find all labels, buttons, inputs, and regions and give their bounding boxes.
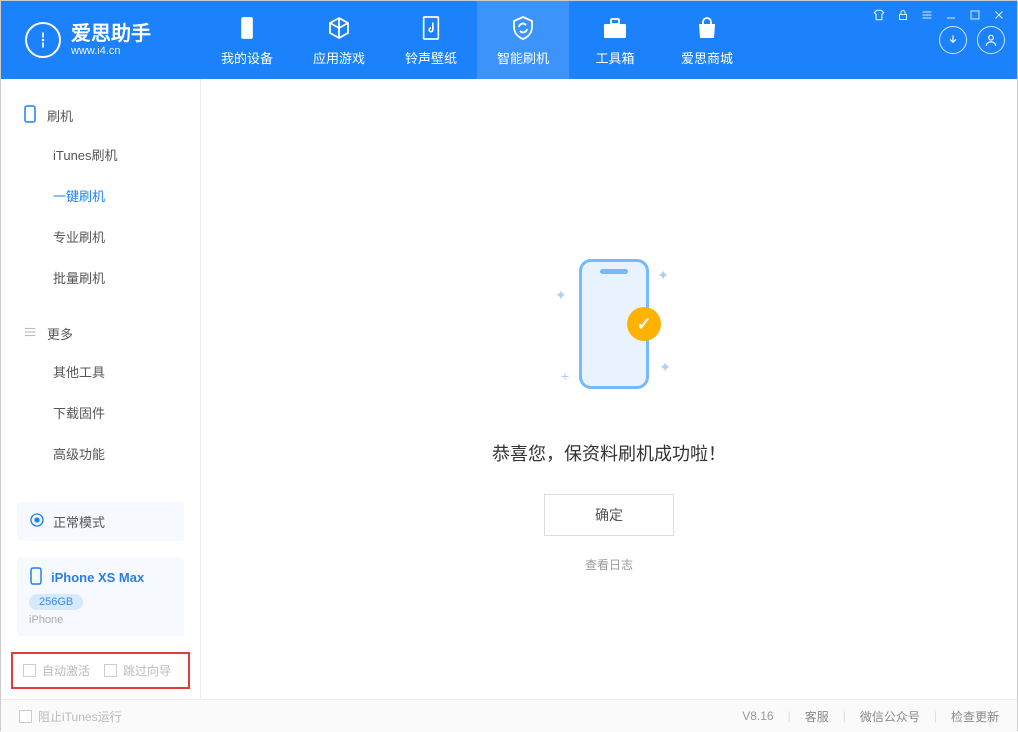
checkmark-badge-icon: ✓: [627, 307, 661, 341]
section-label: 更多: [47, 324, 73, 343]
sidebar-item-batch-flash[interactable]: 批量刷机: [1, 257, 200, 298]
tab-label: 我的设备: [221, 48, 273, 67]
sidebar: 刷机 iTunes刷机 一键刷机 专业刷机 批量刷机 更多 其他工具 下载固件 …: [1, 79, 201, 699]
tab-label: 爱思商城: [681, 48, 733, 67]
view-log-link[interactable]: 查看日志: [585, 556, 633, 573]
app-logo-icon: [25, 22, 61, 58]
window-controls: [871, 7, 1007, 23]
tab-label: 铃声壁纸: [405, 48, 457, 67]
app-name: 爱思助手: [71, 23, 151, 45]
sidebar-section-flash: 刷机: [1, 97, 200, 134]
lock-icon[interactable]: [895, 7, 911, 23]
tab-label: 应用游戏: [313, 48, 365, 67]
cube-icon: [325, 14, 353, 42]
success-message: 恭喜您，保资料刷机成功啦！: [492, 440, 726, 466]
sidebar-item-advanced[interactable]: 高级功能: [1, 433, 200, 474]
menu-icon[interactable]: [919, 7, 935, 23]
sidebar-item-oneclick-flash[interactable]: 一键刷机: [1, 175, 200, 216]
tab-smart-flash[interactable]: 智能刷机: [477, 1, 569, 79]
tab-apps-games[interactable]: 应用游戏: [293, 1, 385, 79]
sidebar-item-download-firmware[interactable]: 下载固件: [1, 392, 200, 433]
storage-badge: 256GB: [29, 594, 83, 610]
header-right: [939, 26, 1005, 54]
highlighted-options: 自动激活 跳过向导: [11, 652, 190, 689]
header: 爱思助手 www.i4.cn 我的设备 应用游戏 铃声壁纸 智能刷机 工具箱 爱…: [1, 1, 1017, 79]
skip-guide-checkbox[interactable]: 跳过向导: [104, 662, 171, 679]
sparkle-icon: +: [561, 368, 569, 384]
sidebar-item-other-tools[interactable]: 其他工具: [1, 351, 200, 392]
tab-label: 工具箱: [595, 48, 634, 67]
sidebar-item-pro-flash[interactable]: 专业刷机: [1, 216, 200, 257]
music-file-icon: [417, 14, 445, 42]
ok-button[interactable]: 确定: [544, 494, 674, 536]
mode-card[interactable]: 正常模式: [17, 502, 184, 541]
checkbox-icon: [23, 664, 36, 677]
success-illustration: ✓ ✦ ✦ + ✦: [549, 259, 669, 404]
version-label: V8.16: [742, 709, 773, 723]
tab-ringtones-wallpapers[interactable]: 铃声壁纸: [385, 1, 477, 79]
body-area: 刷机 iTunes刷机 一键刷机 专业刷机 批量刷机 更多 其他工具 下载固件 …: [1, 79, 1017, 699]
tab-my-device[interactable]: 我的设备: [201, 1, 293, 79]
sidebar-section-more: 更多: [1, 316, 200, 351]
nav-tabs: 我的设备 应用游戏 铃声壁纸 智能刷机 工具箱 爱思商城: [201, 1, 753, 79]
checkbox-label: 跳过向导: [123, 662, 171, 679]
tab-label: 智能刷机: [497, 48, 549, 67]
footer-link-support[interactable]: 客服: [805, 708, 829, 725]
bag-icon: [693, 14, 721, 42]
sparkle-icon: ✦: [555, 287, 567, 304]
tab-toolbox[interactable]: 工具箱: [569, 1, 661, 79]
download-button[interactable]: [939, 26, 967, 54]
checkbox-icon: [104, 664, 117, 677]
app-url: www.i4.cn: [71, 45, 151, 57]
checkbox-label: 阻止iTunes运行: [38, 708, 122, 725]
minimize-icon[interactable]: [943, 7, 959, 23]
block-itunes-checkbox[interactable]: 阻止iTunes运行: [19, 708, 122, 725]
device-icon: [29, 567, 43, 588]
mode-icon: [29, 512, 45, 531]
device-type: iPhone: [29, 614, 172, 626]
main-content: ✓ ✦ ✦ + ✦ 恭喜您，保资料刷机成功啦！ 确定 查看日志: [201, 79, 1017, 699]
checkbox-label: 自动激活: [42, 662, 90, 679]
tab-aisishop[interactable]: 爱思商城: [661, 1, 753, 79]
tshirt-icon[interactable]: [871, 7, 887, 23]
footer-link-update[interactable]: 检查更新: [951, 708, 999, 725]
close-icon[interactable]: [991, 7, 1007, 23]
auto-activate-checkbox[interactable]: 自动激活: [23, 662, 90, 679]
sparkle-icon: ✦: [657, 267, 669, 284]
footer: 阻止iTunes运行 V8.16 | 客服 | 微信公众号 | 检查更新: [1, 699, 1017, 732]
maximize-icon[interactable]: [967, 7, 983, 23]
shield-refresh-icon: [509, 14, 537, 42]
mode-label: 正常模式: [53, 512, 105, 531]
footer-link-wechat[interactable]: 微信公众号: [860, 708, 920, 725]
phone-outline-icon: [23, 105, 37, 126]
sparkle-icon: ✦: [659, 359, 671, 376]
logo-area: 爱思助手 www.i4.cn: [1, 22, 201, 58]
briefcase-icon: [601, 14, 629, 42]
device-name: iPhone XS Max: [51, 570, 144, 585]
checkbox-icon: [19, 710, 32, 723]
user-button[interactable]: [977, 26, 1005, 54]
section-label: 刷机: [47, 106, 73, 125]
list-icon: [23, 325, 37, 342]
sidebar-item-itunes-flash[interactable]: iTunes刷机: [1, 134, 200, 175]
phone-icon: [233, 14, 261, 42]
device-card[interactable]: iPhone XS Max 256GB iPhone: [17, 557, 184, 636]
